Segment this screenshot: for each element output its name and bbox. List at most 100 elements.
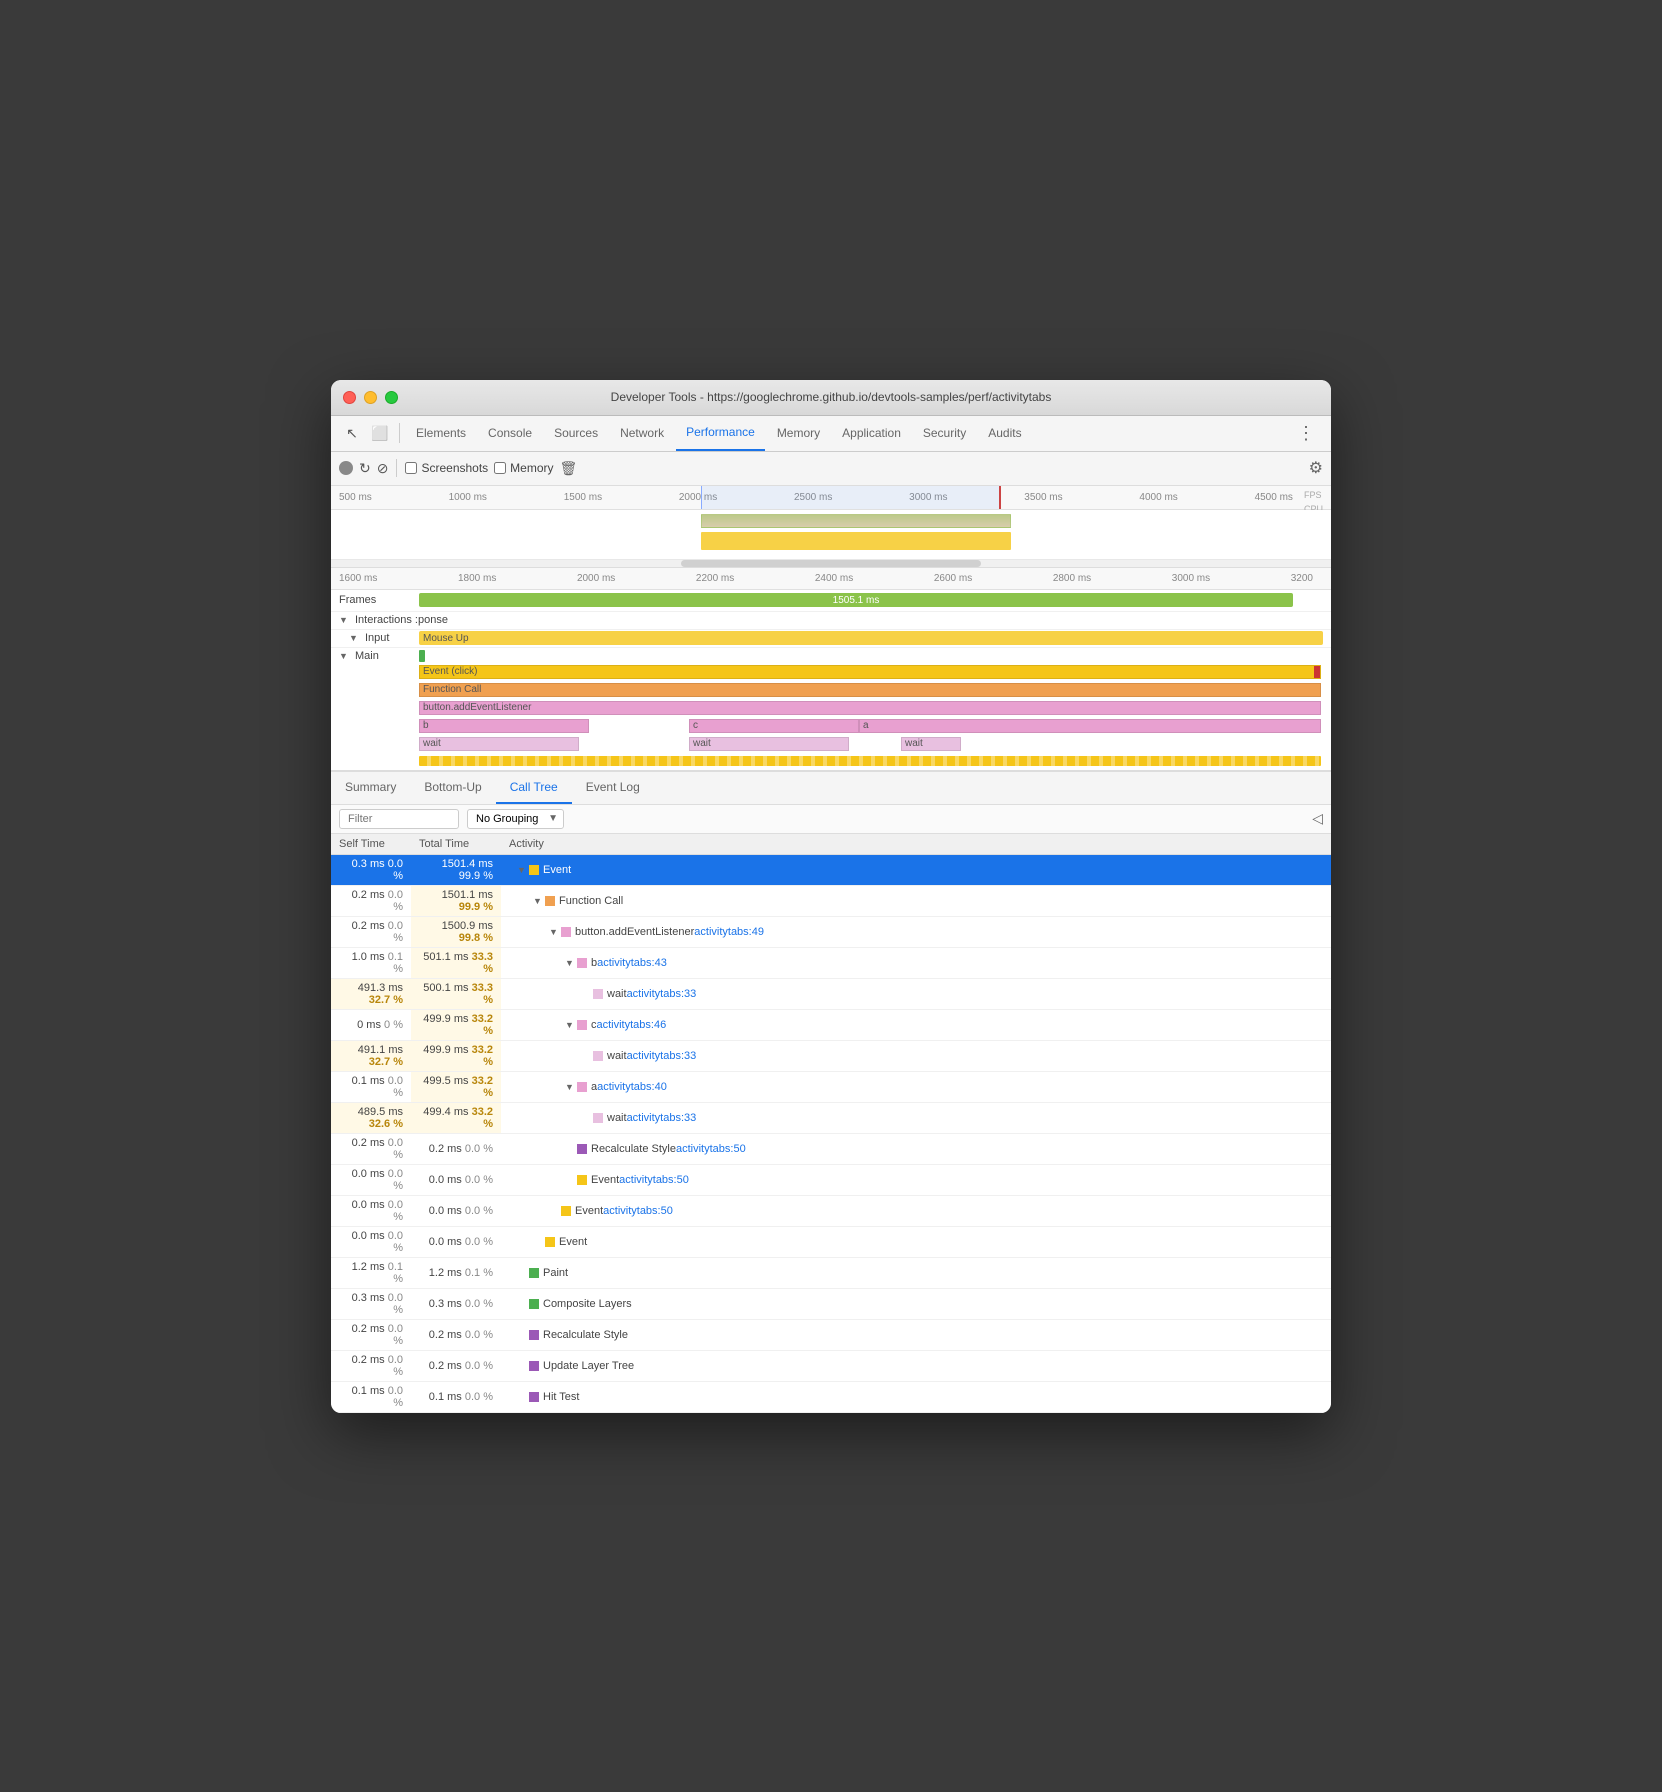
self-time-value: 0.3 ms bbox=[352, 1292, 385, 1304]
reload-button[interactable]: ↻ bbox=[359, 460, 371, 477]
activity-content: wait activitytabs:33 bbox=[509, 1112, 696, 1124]
self-time-cell: 0.2 ms 0.0 % bbox=[331, 916, 411, 947]
tab-event-log[interactable]: Event Log bbox=[572, 772, 654, 804]
expand-arrow-icon[interactable] bbox=[581, 989, 593, 999]
activity-content: wait activitytabs:33 bbox=[509, 1050, 696, 1062]
self-time-header[interactable]: Self Time bbox=[331, 834, 411, 855]
activity-content: ▼ b activitytabs:43 bbox=[509, 957, 667, 969]
activity-color-dot bbox=[593, 989, 603, 999]
self-pct-value: 0.0 % bbox=[388, 858, 403, 882]
b-bar[interactable]: b bbox=[419, 719, 589, 733]
maximize-button[interactable] bbox=[385, 391, 398, 404]
activity-name: Event bbox=[575, 1205, 603, 1217]
expand-arrow-icon[interactable] bbox=[581, 1113, 593, 1123]
expand-arrow-icon[interactable] bbox=[581, 1051, 593, 1061]
self-time-cell: 489.5 ms 32.6 % bbox=[331, 1102, 411, 1133]
more-menu-icon[interactable]: ⋮ bbox=[1289, 419, 1323, 448]
settings-gear-icon[interactable]: ⚙ bbox=[1309, 458, 1323, 478]
tab-call-tree[interactable]: Call Tree bbox=[496, 772, 572, 804]
activity-cell: ▼ Function Call bbox=[501, 885, 1331, 916]
expand-arrow-icon[interactable] bbox=[565, 1175, 577, 1185]
expand-arrow-icon[interactable] bbox=[517, 1392, 529, 1402]
expand-arrow-icon[interactable] bbox=[517, 1330, 529, 1340]
self-pct-value: 0 % bbox=[384, 1019, 403, 1031]
button-addeventlistener-bar[interactable]: button.addEventListener bbox=[419, 701, 1321, 715]
total-time-value: 1501.4 ms bbox=[442, 858, 493, 870]
total-time-cell: 0.1 ms 0.0 % bbox=[411, 1381, 501, 1412]
tab-elements[interactable]: Elements bbox=[406, 415, 476, 451]
expand-arrow-icon[interactable] bbox=[533, 1237, 545, 1247]
total-time-value: 499.9 ms bbox=[423, 1013, 468, 1025]
activity-link[interactable]: activitytabs:33 bbox=[627, 1112, 697, 1124]
total-time-header[interactable]: Total Time bbox=[411, 834, 501, 855]
table-row: 0.3 ms 0.0 %0.3 ms 0.0 % Composite Layer… bbox=[331, 1288, 1331, 1319]
event-click-bar[interactable]: Event (click) bbox=[419, 665, 1321, 679]
wait-c-bar[interactable]: wait bbox=[689, 737, 849, 751]
ruler1-label-1500: 1500 ms bbox=[564, 492, 602, 503]
ruler2-label-1800: 1800 ms bbox=[458, 573, 496, 584]
expand-arrow-icon[interactable] bbox=[517, 1361, 529, 1371]
wait-b-bar[interactable]: wait bbox=[419, 737, 579, 751]
expand-arrow-icon[interactable]: ▼ bbox=[565, 1082, 577, 1092]
frames-track-label: Frames bbox=[339, 594, 419, 606]
expand-arrow-icon[interactable]: ▼ bbox=[517, 865, 529, 875]
tab-security[interactable]: Security bbox=[913, 415, 976, 451]
activity-header[interactable]: Activity bbox=[501, 834, 1331, 855]
activity-link[interactable]: activitytabs:40 bbox=[597, 1081, 667, 1093]
activity-name: Event bbox=[543, 864, 571, 876]
tab-performance[interactable]: Performance bbox=[676, 415, 765, 451]
activity-link[interactable]: activitytabs:50 bbox=[603, 1205, 673, 1217]
activity-color-dot bbox=[577, 1020, 587, 1030]
tab-network[interactable]: Network bbox=[610, 415, 674, 451]
tab-application[interactable]: Application bbox=[832, 415, 911, 451]
total-time-value: 499.5 ms bbox=[423, 1075, 468, 1087]
expand-arrow-icon[interactable] bbox=[517, 1299, 529, 1309]
tab-summary[interactable]: Summary bbox=[331, 772, 410, 804]
grouping-select[interactable]: No Grouping By Activity By Category bbox=[467, 809, 564, 829]
close-button[interactable] bbox=[343, 391, 356, 404]
activity-link[interactable]: activitytabs:50 bbox=[619, 1174, 689, 1186]
expand-arrow-icon[interactable] bbox=[517, 1268, 529, 1278]
activity-link[interactable]: activitytabs:50 bbox=[676, 1143, 746, 1155]
stop-button[interactable]: ⊘ bbox=[377, 460, 389, 477]
self-pct-value: 32.7 % bbox=[369, 1056, 403, 1068]
expand-arrow-icon[interactable]: ▼ bbox=[565, 1020, 577, 1030]
memory-checkbox[interactable] bbox=[494, 462, 506, 474]
self-time-value: 0.1 ms bbox=[352, 1385, 385, 1397]
tab-memory[interactable]: Memory bbox=[767, 415, 830, 451]
total-time-value: 0.2 ms bbox=[429, 1329, 462, 1341]
function-call-bar[interactable]: Function Call bbox=[419, 683, 1321, 697]
activity-link[interactable]: activitytabs:46 bbox=[597, 1019, 667, 1031]
activity-link[interactable]: activitytabs:49 bbox=[694, 926, 764, 938]
expand-arrow-icon[interactable]: ▼ bbox=[549, 927, 561, 937]
total-time-value: 0.0 ms bbox=[429, 1205, 462, 1217]
expand-arrow-icon[interactable]: ▼ bbox=[565, 958, 577, 968]
tab-bottom-up[interactable]: Bottom-Up bbox=[410, 772, 495, 804]
minimize-button[interactable] bbox=[364, 391, 377, 404]
a-bar[interactable]: a bbox=[859, 719, 1321, 733]
memory-checkbox-group: Memory bbox=[494, 461, 553, 475]
activity-link[interactable]: activitytabs:33 bbox=[627, 1050, 697, 1062]
tab-audits[interactable]: Audits bbox=[978, 415, 1031, 451]
screenshots-checkbox[interactable] bbox=[405, 462, 417, 474]
grouping-wrapper: No Grouping By Activity By Category ▼ bbox=[467, 809, 564, 829]
expand-arrow-icon[interactable] bbox=[549, 1206, 561, 1216]
c-bar[interactable]: c bbox=[689, 719, 859, 733]
device-icon[interactable]: ⬜ bbox=[367, 420, 393, 446]
heavy-stack-icon[interactable]: ◁ bbox=[1312, 810, 1323, 827]
clear-button[interactable]: 🗑 bbox=[560, 460, 578, 477]
timeline-area: 500 ms 1000 ms 1500 ms 2000 ms 2500 ms 3… bbox=[331, 486, 1331, 772]
activity-link[interactable]: activitytabs:43 bbox=[597, 957, 667, 969]
tab-console[interactable]: Console bbox=[478, 415, 542, 451]
expand-arrow-icon[interactable]: ▼ bbox=[533, 896, 545, 906]
filter-input[interactable] bbox=[339, 809, 459, 829]
activity-content: Event activitytabs:50 bbox=[509, 1205, 673, 1217]
total-time-value: 1.2 ms bbox=[429, 1267, 462, 1279]
wait-a-bar[interactable]: wait bbox=[901, 737, 961, 751]
total-pct-value: 33.2 % bbox=[472, 1044, 493, 1068]
tab-sources[interactable]: Sources bbox=[544, 415, 608, 451]
record-button[interactable] bbox=[339, 461, 353, 475]
cursor-icon[interactable]: ↖ bbox=[339, 420, 365, 446]
activity-link[interactable]: activitytabs:33 bbox=[627, 988, 697, 1000]
expand-arrow-icon[interactable] bbox=[565, 1144, 577, 1154]
